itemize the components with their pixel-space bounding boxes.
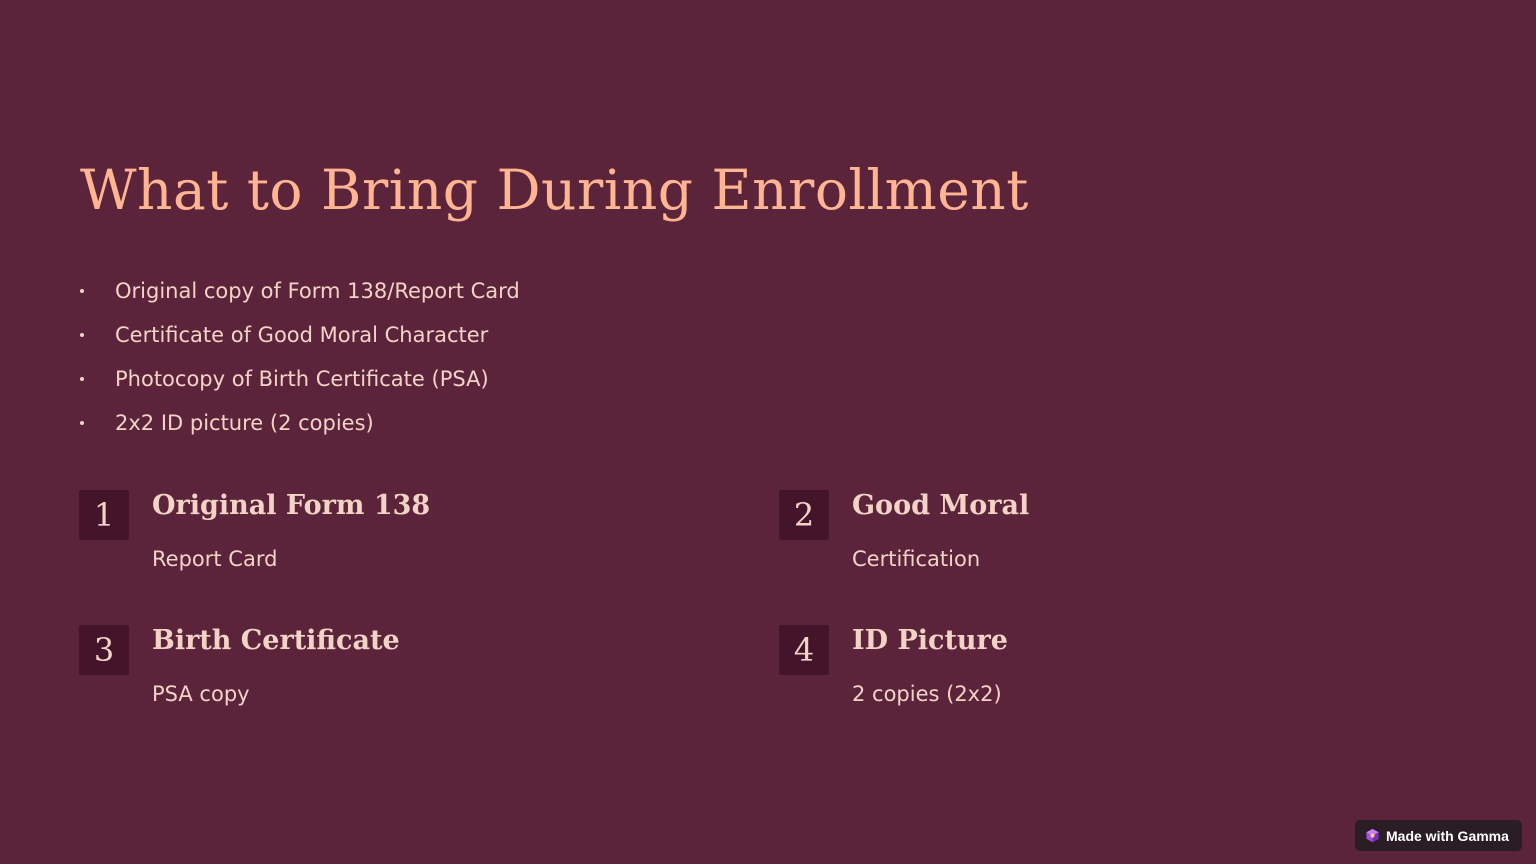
- card-title: ID Picture: [852, 625, 1008, 656]
- requirements-list: Original copy of Form 138/Report Card Ce…: [80, 269, 520, 445]
- card-number: 1: [79, 490, 129, 540]
- card-description: 2 copies (2x2): [852, 682, 1002, 706]
- slide-title: What to Bring During Enrollment: [80, 158, 1029, 222]
- card-description: Report Card: [152, 547, 278, 571]
- list-item: Certificate of Good Moral Character: [80, 313, 520, 357]
- list-item-text: Photocopy of Birth Certificate (PSA): [115, 367, 489, 391]
- list-item-text: Original copy of Form 138/Report Card: [115, 279, 520, 303]
- list-item: Photocopy of Birth Certificate (PSA): [80, 357, 520, 401]
- bullet-dot-icon: [80, 377, 84, 381]
- card-title: Good Moral: [852, 490, 1030, 521]
- card-number: 3: [79, 625, 129, 675]
- card-title: Birth Certificate: [152, 625, 400, 656]
- card-number: 4: [779, 625, 829, 675]
- card-description: Certification: [852, 547, 981, 571]
- numbered-card-4: 4 ID Picture 2 copies (2x2): [779, 625, 1379, 725]
- numbered-card-3: 3 Birth Certificate PSA copy: [79, 625, 679, 725]
- gamma-logo-icon: [1365, 828, 1380, 843]
- bullet-dot-icon: [80, 289, 84, 293]
- numbered-card-1: 1 Original Form 138 Report Card: [79, 490, 679, 590]
- made-with-gamma-badge[interactable]: Made with Gamma: [1355, 820, 1522, 851]
- badge-label: Made with Gamma: [1386, 827, 1509, 844]
- slide: What to Bring During Enrollment Original…: [0, 0, 1536, 864]
- numbered-card-2: 2 Good Moral Certification: [779, 490, 1379, 590]
- card-title: Original Form 138: [152, 490, 431, 521]
- list-item: Original copy of Form 138/Report Card: [80, 269, 520, 313]
- bullet-dot-icon: [80, 421, 84, 425]
- list-item-text: 2x2 ID picture (2 copies): [115, 411, 374, 435]
- list-item: 2x2 ID picture (2 copies): [80, 401, 520, 445]
- list-item-text: Certificate of Good Moral Character: [115, 323, 489, 347]
- card-number: 2: [779, 490, 829, 540]
- card-description: PSA copy: [152, 682, 250, 706]
- bullet-dot-icon: [80, 333, 84, 337]
